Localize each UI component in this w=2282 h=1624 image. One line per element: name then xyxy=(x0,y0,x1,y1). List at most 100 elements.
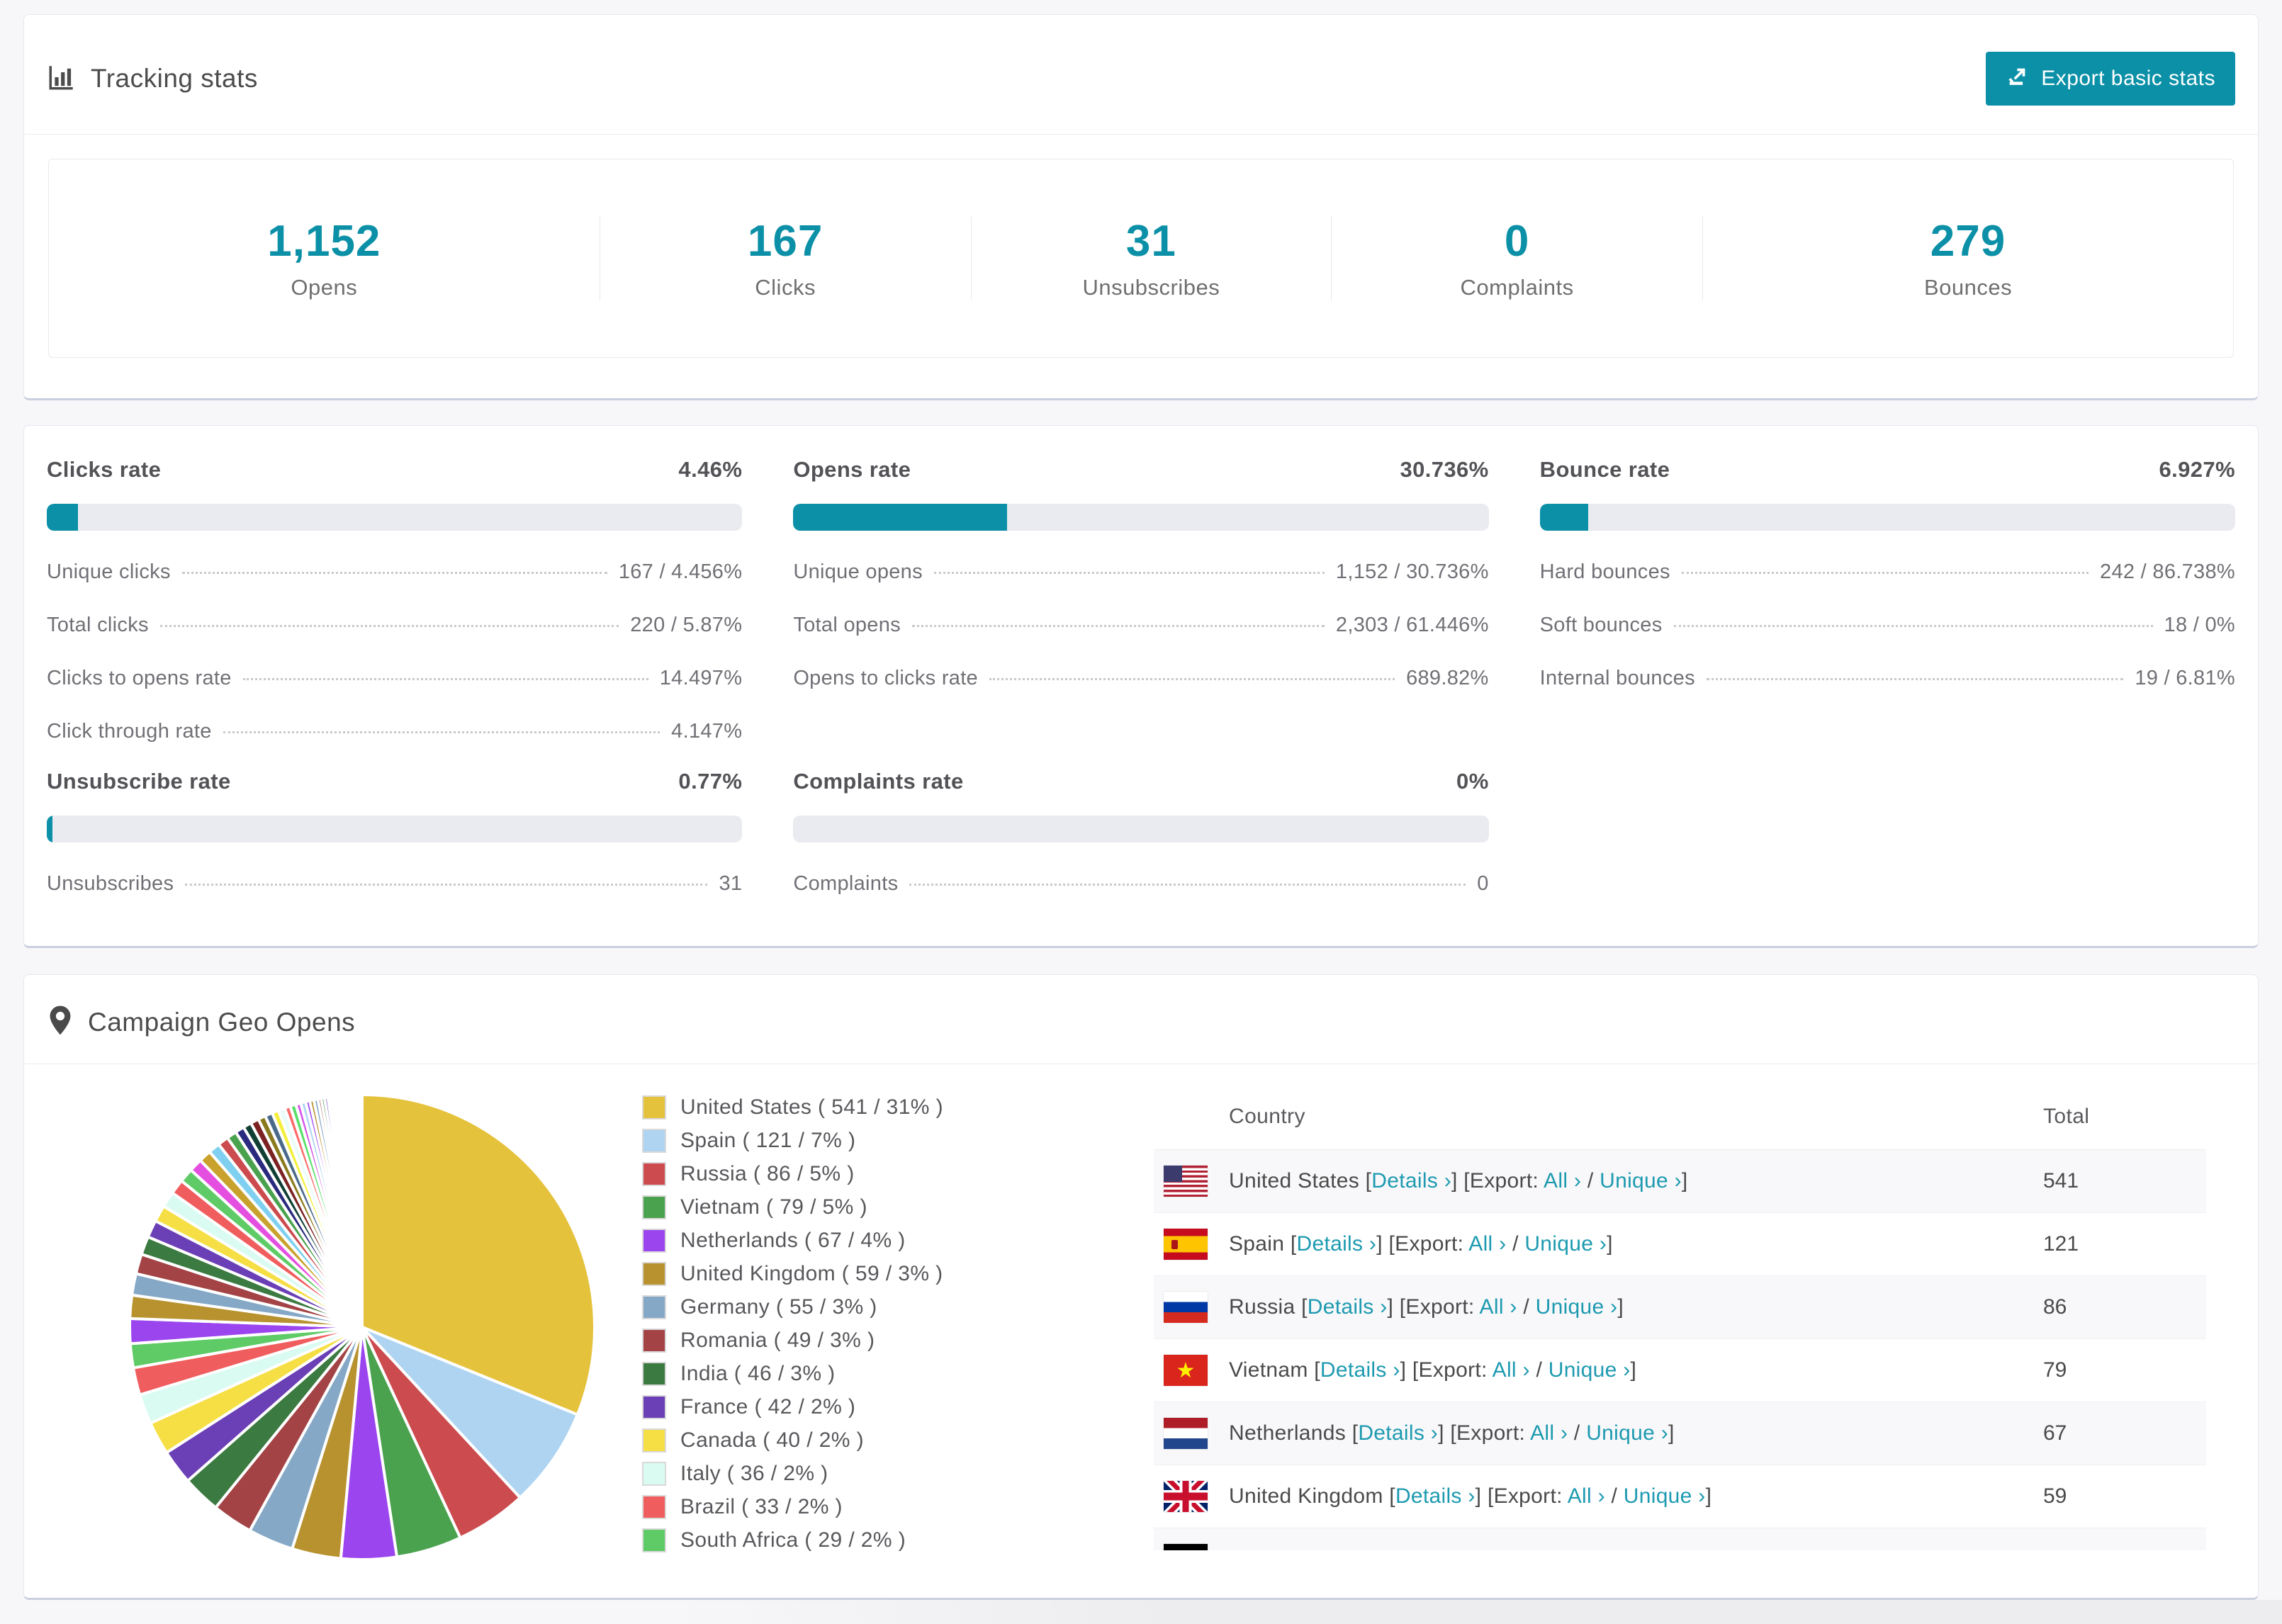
export-all-link[interactable]: All › xyxy=(1544,1169,1581,1192)
export-unique-link[interactable]: Unique › xyxy=(1586,1421,1668,1445)
geo-row-country: Germany [Details ›] [Export: All › / Uni… xyxy=(1154,1544,2043,1550)
geo-row-country: Spain [Details ›] [Export: All › / Uniqu… xyxy=(1154,1229,2043,1260)
nl-flag-icon xyxy=(1164,1418,1208,1449)
detail-value: 19 / 6.81% xyxy=(2135,667,2235,690)
stat-label: Bounces xyxy=(1703,275,2233,300)
rate-detail-row: Click through rate4.147% xyxy=(47,720,742,743)
export-unique-link[interactable]: Unique › xyxy=(1558,1547,1641,1550)
geo-row-country: Netherlands [Details ›] [Export: All › /… xyxy=(1154,1418,2043,1449)
export-unique-link[interactable]: Unique › xyxy=(1624,1484,1706,1508)
rate-detail-row: Total opens2,303 / 61.446% xyxy=(793,614,1488,637)
rates-card: Clicks rate4.46% Unique clicks 167 / 4.456… xyxy=(23,425,2259,948)
export-all-link[interactable]: All › xyxy=(1480,1295,1517,1319)
dotted-leader xyxy=(934,572,1325,574)
stats-summary: 1,152Opens167Clicks31Unsubscribes0Compla… xyxy=(48,159,2234,358)
export-all-link[interactable]: All › xyxy=(1502,1547,1540,1550)
legend-item: United Kingdom ( 59 / 3% ) xyxy=(642,1262,943,1286)
geo-row-text: Vietnam [Details ›] [Export: All › / Uni… xyxy=(1229,1358,1636,1382)
detail-label: Unique clicks xyxy=(47,560,171,584)
geo-opens-header: Campaign Geo Opens xyxy=(24,975,2258,1064)
legend-swatch xyxy=(642,1495,666,1519)
rate-detail-row: Soft bounces18 / 0% xyxy=(1540,614,2235,637)
progress-bar xyxy=(47,816,742,842)
details-link[interactable]: Details › xyxy=(1308,1295,1388,1319)
export-all-link[interactable]: All › xyxy=(1568,1484,1605,1508)
detail-label: Unsubscribes xyxy=(47,872,174,896)
legend-item: United States ( 541 / 31% ) xyxy=(642,1095,943,1120)
legend-swatch xyxy=(642,1329,666,1353)
geo-row-total: 86 xyxy=(2043,1295,2206,1319)
export-basic-stats-button[interactable]: Export basic stats xyxy=(1986,52,2235,106)
progress-bar-fill xyxy=(47,816,52,842)
stat-value: 31 xyxy=(972,216,1332,266)
dotted-leader xyxy=(223,731,660,733)
legend-item: Spain ( 121 / 7% ) xyxy=(642,1129,943,1153)
export-all-link[interactable]: All › xyxy=(1493,1358,1530,1382)
legend-swatch xyxy=(642,1528,666,1552)
legend-swatch xyxy=(642,1428,666,1453)
detail-value: 167 / 4.456% xyxy=(619,560,743,584)
legend-swatch xyxy=(642,1395,666,1419)
rates-row-top: Clicks rate4.46% Unique clicks 167 / 4.456… xyxy=(24,457,2258,743)
geo-row-country: Vietnam [Details ›] [Export: All › / Uni… xyxy=(1154,1355,2043,1386)
dotted-leader xyxy=(185,884,707,886)
export-all-link[interactable]: All › xyxy=(1468,1232,1506,1256)
rate-header: Complaints rate0% xyxy=(793,769,1488,794)
geo-row-text: Netherlands [Details ›] [Export: All › /… xyxy=(1229,1421,1675,1445)
progress-bar xyxy=(1540,504,2235,531)
progress-bar-fill xyxy=(1540,504,1588,531)
legend-label: Vietnam ( 79 / 5% ) xyxy=(680,1195,867,1219)
geo-row-text: United States [Details ›] [Export: All ›… xyxy=(1229,1169,1688,1193)
legend-swatch xyxy=(642,1162,666,1186)
legend-item: Germany ( 55 / 3% ) xyxy=(642,1295,943,1319)
geo-row-total: 79 xyxy=(2043,1358,2206,1382)
divider xyxy=(24,134,2258,135)
details-link[interactable]: Details › xyxy=(1371,1169,1451,1192)
export-icon xyxy=(2006,64,2030,94)
us-flag-icon xyxy=(1164,1166,1208,1197)
details-link[interactable]: Details › xyxy=(1358,1421,1438,1445)
detail-label: Complaints xyxy=(793,872,898,896)
stat-complaints: 0Complaints xyxy=(1331,216,1702,300)
detail-value: 18 / 0% xyxy=(2164,614,2235,637)
rate-title: Clicks rate xyxy=(47,457,161,483)
rate-detail-row: Clicks to opens rate14.497% xyxy=(47,667,742,690)
stat-label: Unsubscribes xyxy=(972,275,1332,300)
rate-title: Opens rate xyxy=(793,457,911,483)
details-link[interactable]: Details › xyxy=(1320,1358,1400,1382)
geo-table-row: Spain [Details ›] [Export: All › / Uniqu… xyxy=(1154,1213,2206,1276)
es-flag-icon xyxy=(1164,1229,1208,1260)
legend-swatch xyxy=(642,1462,666,1486)
details-link[interactable]: Details › xyxy=(1395,1484,1476,1508)
export-all-link[interactable]: All › xyxy=(1530,1421,1568,1445)
export-unique-link[interactable]: Unique › xyxy=(1524,1232,1607,1256)
legend-item: Canada ( 40 / 2% ) xyxy=(642,1428,943,1453)
rate-header: Opens rate30.736% xyxy=(793,457,1488,483)
tracking-stats-card: Tracking stats Export basic stats 1,152O… xyxy=(23,14,2259,400)
geo-header-country: Country xyxy=(1154,1105,2043,1129)
rate-header: Bounce rate6.927% xyxy=(1540,457,2235,483)
export-unique-link[interactable]: Unique › xyxy=(1536,1295,1618,1319)
map-pin-icon xyxy=(47,1005,74,1039)
geo-table-row: Vietnam [Details ›] [Export: All › / Uni… xyxy=(1154,1339,2206,1402)
detail-value: 4.147% xyxy=(671,720,742,743)
rate-header: Clicks rate4.46% xyxy=(47,457,742,483)
geo-content: United States ( 541 / 31% ) Spain ( 121 /… xyxy=(24,1064,2258,1600)
legend-label: Netherlands ( 67 / 4% ) xyxy=(680,1229,906,1253)
legend-swatch xyxy=(642,1295,666,1319)
detail-label: Total clicks xyxy=(47,614,149,637)
details-link[interactable]: Details › xyxy=(1330,1547,1410,1550)
details-link[interactable]: Details › xyxy=(1297,1232,1377,1256)
export-unique-link[interactable]: Unique › xyxy=(1600,1169,1682,1192)
detail-label: Unique opens xyxy=(793,560,923,584)
export-unique-link[interactable]: Unique › xyxy=(1548,1358,1631,1382)
export-button-label: Export basic stats xyxy=(2041,67,2215,91)
stat-unsubscribes: 31 Unsubscribes xyxy=(971,216,1332,300)
detail-value: 31 xyxy=(719,872,742,896)
geo-opens-card: Campaign Geo Opens United States ( 541 /… xyxy=(23,974,2259,1600)
geo-opens-pie-chart xyxy=(125,1090,600,1564)
rate-title: Bounce rate xyxy=(1540,457,1670,483)
legend-label: South Africa ( 29 / 2% ) xyxy=(680,1528,906,1552)
rate-header: Unsubscribe rate0.77% xyxy=(47,769,742,794)
rate-block-opens-rate: Opens rate30.736%Unique opens1,152 / 30.… xyxy=(793,457,1488,743)
